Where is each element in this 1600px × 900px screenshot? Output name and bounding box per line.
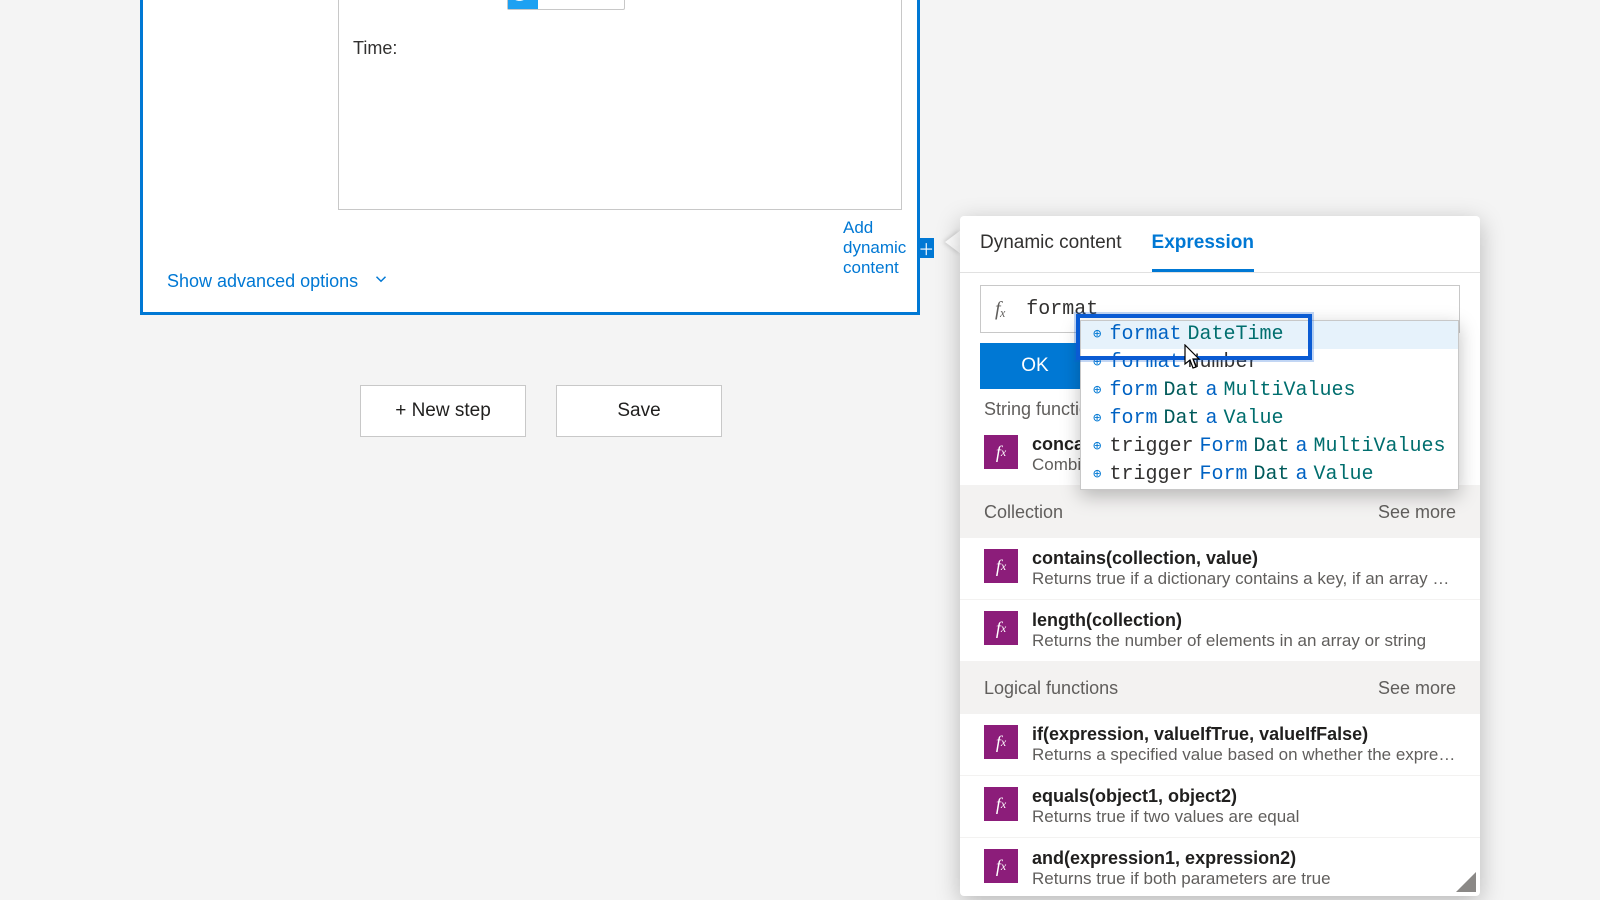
fn-desc: Returns the number of elements in an arr… [1032, 631, 1426, 651]
panel-caret-icon [945, 230, 961, 254]
fn-if[interactable]: fx if(expression, valueIfTrue, valueIfFa… [960, 714, 1480, 776]
autocomplete-text-part: format [1109, 321, 1181, 349]
fn-desc: Returns a specified value based on wheth… [1032, 745, 1456, 765]
autocomplete-text-part: a [1295, 461, 1307, 489]
method-icon: ⊕ [1093, 349, 1101, 377]
expression-panel: Dynamic content Expression fₓ OK String … [960, 216, 1480, 896]
flow-footer-buttons: + New step Save [360, 385, 722, 437]
autocomplete-popup: ⊕formatDateTime⊕formatNumber⊕formDataMul… [1080, 320, 1459, 490]
autocomplete-text-part: Dat [1163, 405, 1199, 433]
fn-equals[interactable]: fx equals(object1, object2) Returns true… [960, 776, 1480, 838]
fx-icon: fₓ [995, 298, 1006, 321]
fx-badge-icon: fx [984, 611, 1018, 645]
fx-badge-icon: fx [984, 435, 1018, 469]
add-dynamic-content-link[interactable]: Add dynamic content ＋ [843, 218, 934, 278]
autocomplete-item[interactable]: ⊕ triggerFormDataValue [1081, 461, 1458, 489]
ok-button[interactable]: OK [980, 343, 1090, 389]
tab-expression[interactable]: Expression [1152, 216, 1254, 272]
autocomplete-text-part: Dat [1253, 433, 1289, 461]
autocomplete-item[interactable]: ⊕ formatNumber [1081, 349, 1458, 377]
see-more-collection[interactable]: See more [1378, 502, 1456, 523]
category-logical: Logical functions [984, 678, 1118, 699]
autocomplete-text-part: MultiValues [1314, 433, 1446, 461]
method-icon: ⊕ [1093, 433, 1101, 461]
new-step-button[interactable]: + New step [360, 385, 526, 437]
token-label: Name [548, 0, 593, 8]
autocomplete-item[interactable]: ⊕ triggerFormDataMultiValues [1081, 433, 1458, 461]
category-collection: Collection [984, 502, 1063, 523]
autocomplete-item[interactable]: ⊕ formatDateTime [1081, 321, 1458, 349]
fn-sig: if(expression, valueIfTrue, valueIfFalse… [1032, 724, 1456, 745]
autocomplete-text-part: a [1295, 433, 1307, 461]
fx-badge-icon: fx [984, 549, 1018, 583]
action-card: Name of the user: Name ✕ Time: Add dynam… [140, 0, 920, 315]
autocomplete-text-part: form [1109, 377, 1157, 405]
fn-desc: Returns true if two values are equal [1032, 807, 1299, 827]
show-advanced-options[interactable]: Show advanced options [167, 270, 390, 293]
fx-badge-icon: fx [984, 725, 1018, 759]
autocomplete-text-part: DateTime [1187, 321, 1283, 349]
autocomplete-item[interactable]: ⊕ formDataValue [1081, 405, 1458, 433]
fn-desc: Returns true if a dictionary contains a … [1032, 569, 1456, 589]
autocomplete-item[interactable]: ⊕ formDataMultiValues [1081, 377, 1458, 405]
autocomplete-text-part: a [1205, 405, 1217, 433]
fn-and[interactable]: fx and(expression1, expression2) Returns… [960, 838, 1480, 896]
autocomplete-text-part: trigger [1109, 461, 1193, 489]
show-advanced-label: Show advanced options [167, 271, 358, 292]
add-dynamic-content-label: Add dynamic content [843, 218, 910, 278]
see-more-logical[interactable]: See more [1378, 678, 1456, 699]
dynamic-token-name[interactable]: Name ✕ [507, 0, 625, 10]
panel-tabs: Dynamic content Expression [960, 216, 1480, 273]
method-icon: ⊕ [1093, 405, 1101, 433]
scroll-down-icon[interactable] [1456, 872, 1476, 892]
fn-length[interactable]: fx length(collection) Returns the number… [960, 600, 1480, 662]
autocomplete-text-part: Form [1199, 433, 1247, 461]
twitter-icon [508, 0, 538, 9]
method-icon: ⊕ [1093, 321, 1101, 349]
autocomplete-text-part: MultiValues [1223, 377, 1355, 405]
autocomplete-text-part: form [1109, 405, 1157, 433]
autocomplete-text-part: Value [1223, 405, 1283, 433]
fx-badge-icon: fx [984, 787, 1018, 821]
autocomplete-text-part: trigger [1109, 433, 1193, 461]
fn-sig: and(expression1, expression2) [1032, 848, 1331, 869]
token-remove-icon[interactable]: ✕ [603, 0, 616, 8]
autocomplete-text-part: Dat [1253, 461, 1289, 489]
autocomplete-text-part: format [1109, 349, 1181, 377]
body-line-label: Name of the user: [353, 0, 501, 8]
method-icon: ⊕ [1093, 377, 1101, 405]
method-icon: ⊕ [1093, 461, 1101, 489]
fn-sig: equals(object1, object2) [1032, 786, 1299, 807]
message-body[interactable]: Name of the user: Name ✕ Time: [338, 0, 902, 210]
autocomplete-text-part: Value [1314, 461, 1374, 489]
fx-badge-icon: fx [984, 849, 1018, 883]
fn-sig: contains(collection, value) [1032, 548, 1456, 569]
autocomplete-text-part: Number [1187, 349, 1259, 377]
fn-sig: length(collection) [1032, 610, 1426, 631]
save-button[interactable]: Save [556, 385, 722, 437]
fn-desc: Returns true if both parameters are true [1032, 869, 1331, 889]
plus-icon: ＋ [918, 238, 934, 258]
autocomplete-text-part: Form [1199, 461, 1247, 489]
autocomplete-text-part: a [1205, 377, 1217, 405]
expression-input[interactable] [1024, 297, 1445, 322]
fn-contains[interactable]: fx contains(collection, value) Returns t… [960, 538, 1480, 600]
chevron-down-icon [372, 270, 390, 293]
autocomplete-text-part: Dat [1163, 377, 1199, 405]
tab-dynamic-content[interactable]: Dynamic content [980, 216, 1122, 272]
body-time-label: Time: [353, 34, 397, 62]
